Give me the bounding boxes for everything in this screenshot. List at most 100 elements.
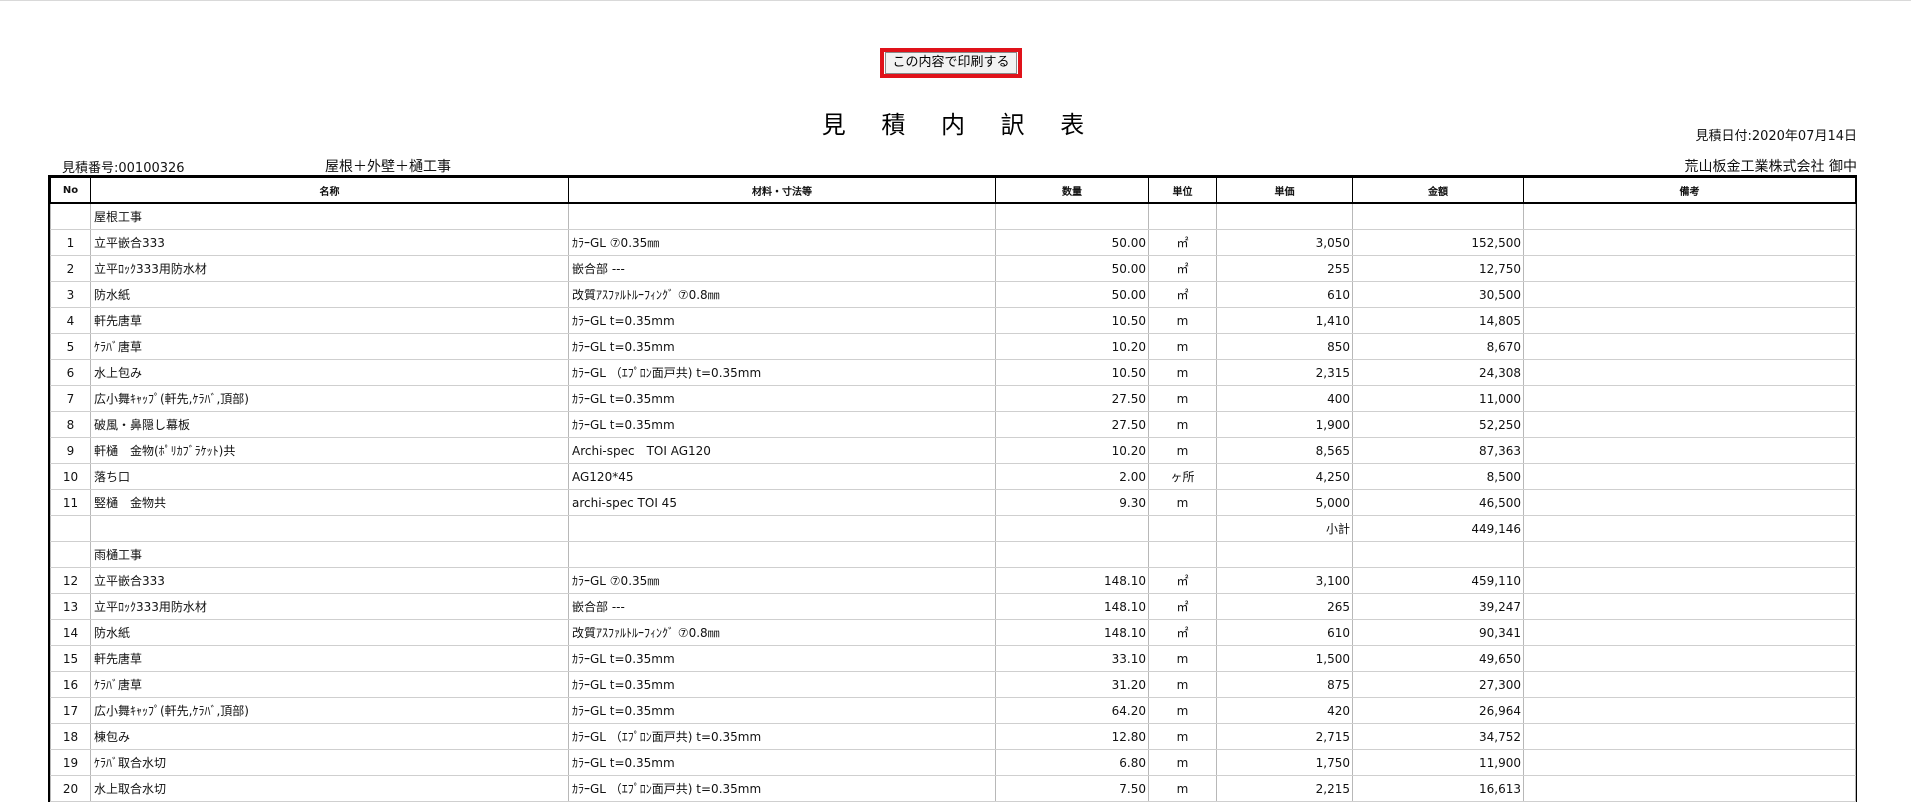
cell-note	[1523, 385, 1856, 412]
cell-amount: 30,500	[1352, 281, 1524, 308]
cell-note	[1523, 281, 1856, 308]
cell-unit-price: 1,500	[1216, 645, 1353, 672]
estimate-table: No 名称 材料・寸法等 数量 単位 単価 金額 備考 屋根工事 1 立平嵌合333…	[50, 177, 1856, 802]
cell-name: 破風・鼻隠し幕板	[90, 411, 569, 438]
cell-note	[1523, 333, 1856, 360]
cell-qty: 148.10	[995, 593, 1149, 620]
cell-amount	[1352, 541, 1524, 568]
cell-no: 4	[50, 307, 91, 334]
cell-amount	[1352, 203, 1524, 230]
table-row: 13 立平ﾛｯｸ333用防水材 嵌合部 --- 148.10 ㎡ 265 39,247	[50, 593, 1856, 620]
cell-note	[1523, 229, 1856, 256]
cell-unit-price: 8,565	[1216, 437, 1353, 464]
cell-amount: 39,247	[1352, 593, 1524, 620]
cell-qty: 9.30	[995, 489, 1149, 516]
cell-unit-price: 4,250	[1216, 463, 1353, 490]
table-row: 小計 449,146	[50, 515, 1856, 542]
cell-qty: 50.00	[995, 281, 1149, 308]
table-row: 17 広小舞ｷｬｯﾌﾟ(軒先,ｹﾗﾊﾞ,頂部) ｶﾗｰGL t=0.35mm 64.2…	[50, 697, 1856, 724]
cell-spec: 嵌合部 ---	[568, 593, 996, 620]
cell-qty: 27.50	[995, 385, 1149, 412]
col-header-amount: 金額	[1352, 177, 1524, 204]
cell-amount: 8,670	[1352, 333, 1524, 360]
cell-qty: 148.10	[995, 567, 1149, 594]
cell-unit-price: 2,315	[1216, 359, 1353, 386]
cell-amount: 46,500	[1352, 489, 1524, 516]
cell-note	[1523, 359, 1856, 386]
cell-qty: 6.80	[995, 749, 1149, 776]
cell-no	[50, 541, 91, 568]
cell-amount: 49,650	[1352, 645, 1524, 672]
cell-unit-price: 1,750	[1216, 749, 1353, 776]
cell-no: 18	[50, 723, 91, 750]
cell-amount: 16,613	[1352, 775, 1524, 802]
estimate-number: 見積番号:00100326	[62, 161, 185, 176]
cell-unit: m	[1148, 437, 1217, 464]
cell-spec: ｶﾗｰGL （ｴﾌﾟﾛﾝ面戸共) t=0.35mm	[568, 775, 996, 802]
cell-no: 15	[50, 645, 91, 672]
cell-qty: 64.20	[995, 697, 1149, 724]
cell-amount: 12,750	[1352, 255, 1524, 282]
cell-no: 8	[50, 411, 91, 438]
cell-note	[1523, 515, 1856, 542]
cell-spec: AG120*45	[568, 463, 996, 490]
cell-name: 水上包み	[90, 359, 569, 386]
cell-unit-price: 875	[1216, 671, 1353, 698]
cell-spec: 嵌合部 ---	[568, 255, 996, 282]
cell-no: 3	[50, 281, 91, 308]
cell-name: 広小舞ｷｬｯﾌﾟ(軒先,ｹﾗﾊﾞ,頂部)	[90, 697, 569, 724]
cell-qty: 50.00	[995, 255, 1149, 282]
cell-unit: ㎡	[1148, 619, 1217, 646]
cell-no: 19	[50, 749, 91, 776]
cell-unit: m	[1148, 359, 1217, 386]
cell-amount: 52,250	[1352, 411, 1524, 438]
cell-no: 2	[50, 255, 91, 282]
cell-no: 10	[50, 463, 91, 490]
cell-note	[1523, 203, 1856, 230]
cell-unit-price: 850	[1216, 333, 1353, 360]
cell-qty: 31.20	[995, 671, 1149, 698]
table-row: 8 破風・鼻隠し幕板 ｶﾗｰGL t=0.35mm 27.50 m 1,900 52,250	[50, 411, 1856, 438]
cell-amount: 90,341	[1352, 619, 1524, 646]
cell-note	[1523, 723, 1856, 750]
cell-name: 防水紙	[90, 281, 569, 308]
cell-amount: 11,900	[1352, 749, 1524, 776]
cell-name: 軒先唐草	[90, 645, 569, 672]
cell-unit	[1148, 515, 1217, 542]
cell-unit-price: 小計	[1216, 515, 1353, 542]
cell-unit-price: 3,050	[1216, 229, 1353, 256]
top-divider	[0, 0, 1911, 1]
cell-note	[1523, 489, 1856, 516]
cell-unit	[1148, 203, 1217, 230]
cell-name: ｹﾗﾊﾞ唐草	[90, 333, 569, 360]
cell-note	[1523, 411, 1856, 438]
cell-name: 立平ﾛｯｸ333用防水材	[90, 593, 569, 620]
cell-amount: 449,146	[1352, 515, 1524, 542]
table-body: 屋根工事 1 立平嵌合333 ｶﾗｰGL ⑦0.35㎜ 50.00 ㎡ 3,050 152,5…	[50, 203, 1856, 802]
cell-spec: ｶﾗｰGL t=0.35mm	[568, 385, 996, 412]
table-row: 雨樋工事	[50, 541, 1856, 568]
cell-note	[1523, 307, 1856, 334]
cell-qty: 12.80	[995, 723, 1149, 750]
cell-amount: 24,308	[1352, 359, 1524, 386]
cell-no: 9	[50, 437, 91, 464]
cell-unit: ㎡	[1148, 281, 1217, 308]
cell-no: 1	[50, 229, 91, 256]
cell-name: 棟包み	[90, 723, 569, 750]
print-button-label[interactable]: この内容で印刷する	[885, 52, 1017, 74]
cell-note	[1523, 567, 1856, 594]
cell-amount: 459,110	[1352, 567, 1524, 594]
col-header-unit: 単位	[1148, 177, 1217, 204]
print-button[interactable]: この内容で印刷する	[880, 48, 1022, 78]
cell-amount: 27,300	[1352, 671, 1524, 698]
table-row: 2 立平ﾛｯｸ333用防水材 嵌合部 --- 50.00 ㎡ 255 12,750	[50, 255, 1856, 282]
cell-spec	[568, 515, 996, 542]
cell-amount: 8,500	[1352, 463, 1524, 490]
cell-spec: ｶﾗｰGL t=0.35mm	[568, 749, 996, 776]
table-row: 20 水上取合水切 ｶﾗｰGL （ｴﾌﾟﾛﾝ面戸共) t=0.35mm 7.50 m 2,…	[50, 775, 1856, 802]
cell-spec: ｶﾗｰGL t=0.35mm	[568, 411, 996, 438]
cell-unit: ㎡	[1148, 229, 1217, 256]
cell-amount: 11,000	[1352, 385, 1524, 412]
cell-unit: ㎡	[1148, 567, 1217, 594]
table-header-row: No 名称 材料・寸法等 数量 単位 単価 金額 備考	[50, 177, 1856, 204]
